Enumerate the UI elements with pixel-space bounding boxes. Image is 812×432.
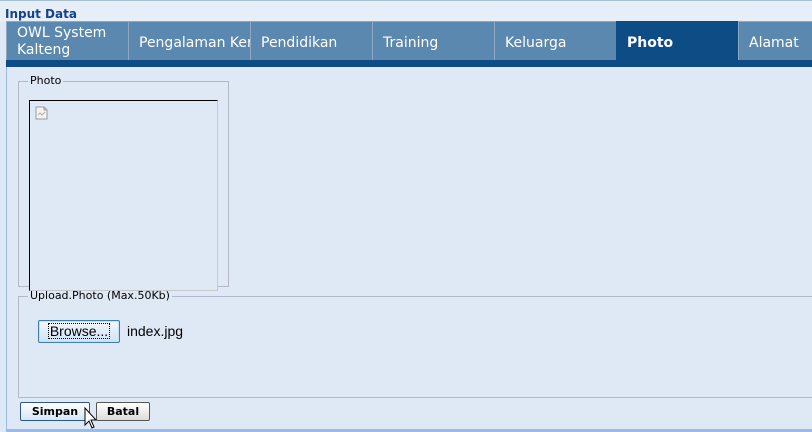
photo-fieldset: Photo bbox=[18, 74, 229, 291]
tab-alamat[interactable]: Alamat bbox=[738, 21, 812, 60]
tab-strip-underline bbox=[6, 60, 812, 67]
panel-header: Input Data bbox=[0, 0, 812, 22]
browse-button[interactable]: Browse... bbox=[38, 320, 120, 343]
upload-fieldset: Upload.Photo (Max.50Kb) bbox=[18, 290, 812, 398]
selected-file-name: index.jpg bbox=[127, 323, 184, 339]
tab-bar: OWL System Kalteng Pengalaman Kerja Pend… bbox=[6, 21, 812, 61]
tab-pendidikan[interactable]: Pendidikan bbox=[250, 21, 373, 60]
cancel-button[interactable]: Batal bbox=[96, 402, 150, 421]
browse-label: Browse... bbox=[47, 323, 111, 339]
broken-image-icon bbox=[35, 106, 48, 120]
tab-photo[interactable]: Photo bbox=[616, 21, 739, 60]
photo-preview bbox=[29, 100, 218, 291]
tab-owl-system-kalteng[interactable]: OWL System Kalteng bbox=[6, 21, 129, 60]
tab-training[interactable]: Training bbox=[372, 21, 495, 60]
tab-pengalaman-kerja[interactable]: Pengalaman Kerja bbox=[128, 21, 251, 60]
upload-legend: Upload.Photo (Max.50Kb) bbox=[30, 289, 170, 302]
panel-title: Input Data bbox=[5, 7, 77, 21]
save-button[interactable]: Simpan bbox=[20, 402, 90, 421]
mouse-cursor-icon bbox=[84, 407, 98, 429]
tab-keluarga[interactable]: Keluarga bbox=[494, 21, 617, 60]
photo-legend: Photo bbox=[30, 74, 62, 87]
